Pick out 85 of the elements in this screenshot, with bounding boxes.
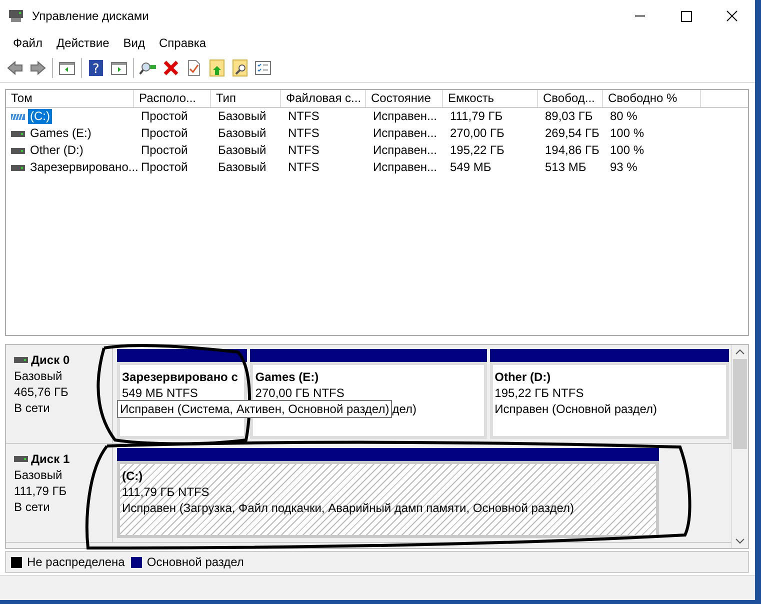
partition-label: Зарезервировано с: [122, 370, 239, 384]
legend-label: Основной раздел: [146, 555, 244, 569]
table-cell-text: Исправен...: [372, 160, 438, 175]
tooltip: Исправен (Система, Активен, Основной раздел): [117, 400, 392, 418]
table-cell-text: Базовый: [217, 160, 268, 175]
partition-status: дел): [392, 402, 416, 416]
folder-search-icon[interactable]: [231, 59, 249, 77]
legend-label: Не распределена: [27, 555, 125, 569]
table-cell-text: NTFS: [287, 109, 320, 124]
drive-icon: [11, 164, 25, 172]
disk-status: В сети: [14, 401, 51, 415]
column-header[interactable]: Тип: [211, 90, 281, 107]
drive-icon: [11, 130, 25, 138]
table-cell-text: 80 %: [609, 109, 638, 124]
table-cell-text: 513 МБ: [544, 160, 588, 175]
disk-type: Базовый: [14, 468, 64, 482]
column-header[interactable]: Емкость: [443, 90, 538, 107]
table-cell-text: Исправен...: [372, 109, 438, 124]
table-cell-text: Базовый: [217, 109, 268, 124]
checked-page-icon[interactable]: [185, 59, 203, 77]
partition-label: Other (D:): [494, 370, 552, 384]
disk-drive-icon: [8, 8, 24, 24]
partition-size: 195,22 ГБ NTFS: [494, 386, 585, 400]
window-title: Управление дисками: [32, 9, 149, 23]
disk-name: Диск 1: [31, 452, 70, 466]
column-header[interactable]: Располо...: [134, 90, 211, 107]
table-cell-text: NTFS: [287, 126, 320, 141]
disk-size: 111,79 ГБ: [14, 484, 68, 498]
partition-status: Исправен (Основной раздел): [494, 402, 658, 416]
menu-item[interactable]: Файл: [6, 36, 50, 50]
table-cell-text: 195,22 ГБ: [449, 143, 506, 158]
table-cell-text: 194,86 ГБ: [544, 143, 600, 158]
drive-icon: [14, 455, 28, 463]
scrollbar-thumb[interactable]: [733, 359, 747, 449]
table-cell-text: Базовый: [217, 143, 268, 158]
partition-size: 549 МБ NTFS: [122, 386, 199, 400]
table-cell-text: 100 %: [609, 143, 646, 158]
table-cell-text: Простой: [140, 143, 189, 158]
table-cell-text: 89,03 ГБ: [544, 109, 594, 124]
drive-icon: [11, 146, 25, 154]
drive-icon: [14, 356, 28, 364]
table-cell-text: Исправен...: [372, 143, 438, 158]
column-header[interactable]: Файловая с...: [281, 90, 366, 107]
table-cell-text: 269,54 ГБ: [544, 126, 600, 141]
menu-item[interactable]: Справка: [152, 36, 214, 50]
partition-label: (C:): [122, 469, 144, 483]
partition-status: Исправен (Загрузка, Файл подкачки, Аварийный дамп памяти, Основной раздел): [122, 501, 575, 515]
checklist-icon[interactable]: [254, 59, 272, 77]
panel-icon[interactable]: [58, 59, 76, 77]
help-icon[interactable]: ?: [87, 59, 105, 77]
menu-item[interactable]: Действие: [50, 36, 116, 50]
panel-icon[interactable]: [110, 59, 128, 77]
table-cell-text: 270,00 ГБ: [449, 126, 506, 141]
disk-size: 465,76 ГБ: [14, 385, 70, 399]
table-cell-text: NTFS: [287, 160, 320, 175]
table-cell[interactable]: (C:): [28, 109, 52, 124]
table-cell-text: 100 %: [609, 126, 646, 141]
striped-drive-icon: [11, 112, 25, 120]
delete-icon[interactable]: [162, 59, 180, 77]
table-cell[interactable]: Other (D:): [28, 143, 86, 158]
table-cell-text: 111,79 ГБ: [449, 109, 504, 124]
table-cell-text: NTFS: [287, 143, 320, 158]
disk-status: В сети: [14, 500, 51, 514]
column-header[interactable]: Состояние: [366, 90, 443, 107]
partition-label: Games (E:): [255, 370, 320, 384]
column-header[interactable]: Том: [6, 90, 134, 107]
table-cell[interactable]: Зарезервировано...: [28, 160, 140, 175]
forward-arrow-icon[interactable]: [29, 59, 47, 77]
folder-up-icon[interactable]: [208, 59, 226, 77]
table-cell-text: Простой: [140, 109, 189, 124]
disk-name: Диск 0: [31, 353, 70, 367]
partition-size: 270,00 ГБ NTFS: [255, 386, 346, 400]
table-cell[interactable]: Games (E:): [28, 126, 94, 141]
table-cell-text: Базовый: [217, 126, 268, 141]
column-header[interactable]: Свобод...: [538, 90, 603, 107]
menu-item[interactable]: Вид: [116, 36, 152, 50]
table-cell-text: 93 %: [609, 160, 638, 175]
table-cell-text: 549 МБ: [449, 160, 492, 175]
disk-type: Базовый: [14, 369, 64, 383]
table-cell-text: Исправен...: [372, 126, 438, 141]
table-cell-text: Простой: [140, 126, 189, 141]
table-cell-text: Простой: [140, 160, 189, 175]
partition-size: 111,79 ГБ NTFS: [122, 485, 210, 499]
column-header[interactable]: Свободно %: [603, 90, 701, 107]
back-arrow-icon[interactable]: [6, 59, 24, 77]
